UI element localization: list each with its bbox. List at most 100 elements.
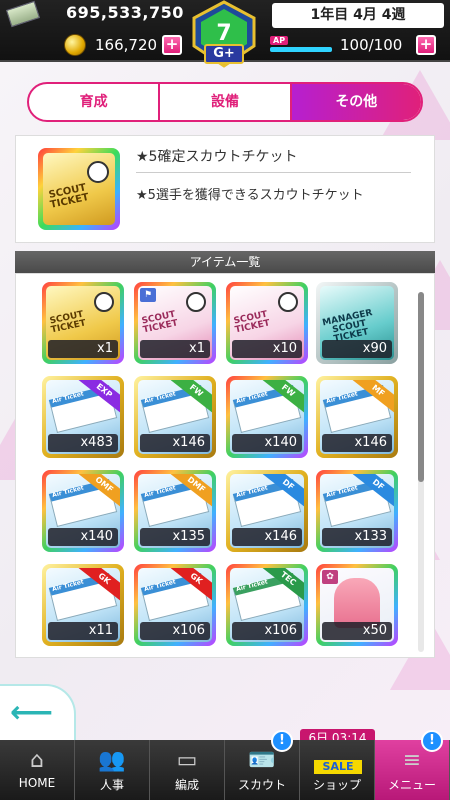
arrow-left-icon: ⟵ [10,695,54,730]
item-list-header: アイテム一覧 [15,251,435,273]
item-quantity: x50 [322,622,392,640]
item-quantity: x1 [48,340,118,358]
nav-label: 編成 [174,778,199,792]
item-quantity: x10 [232,340,302,358]
flag-icon: ⚑ [140,288,156,302]
back-button[interactable]: ⟵ [0,684,76,742]
ap-bar [270,47,332,52]
item-tile[interactable]: Air Ticket DMF x135 [134,470,216,552]
tab-other[interactable]: その他 [291,84,421,120]
air-ticket-label: Air Ticket [325,484,359,500]
item-quantity: x1 [140,340,210,358]
air-ticket-label: Air Ticket [51,484,85,500]
sale-badge: SALE [314,760,362,774]
air-ticket-label: Air Ticket [143,484,177,500]
scrollbar-thumb[interactable] [418,292,424,482]
nav-home[interactable]: ⌂ HOME [0,740,75,800]
ap-label: AP [270,36,289,45]
ticket-label: SCOUT TICKET [140,309,179,336]
air-ticket-label: Air Ticket [51,578,85,594]
nav-label: HOME [18,776,56,790]
ap-value: 100/100 [340,36,403,54]
nav-menu[interactable]: ≡ メニュー! [375,730,450,800]
item-quantity: x483 [48,434,118,452]
item-quantity: x135 [140,528,210,546]
item-tile[interactable]: SCOUT TICKET x1 [42,282,124,364]
item-quantity: x106 [232,622,302,640]
scrollbar[interactable] [418,292,424,652]
status-bar: 695,533,750 166,720 + 7 G+ 1年目 4月 4週 AP … [0,0,450,68]
notification-badge: ! [271,730,293,752]
game-date: 1年目 4月 4週 [272,3,444,28]
add-ap-button[interactable]: + [416,35,436,55]
soccer-ball-icon [87,161,109,183]
item-detail-panel: SCOUT TICKET ★5確定スカウトチケット ★5選手を獲得できるスカウト… [15,135,435,243]
item-name: ★5確定スカウトチケット [136,149,298,165]
ap-bar-fill [270,47,332,52]
item-quantity: x146 [140,434,210,452]
item-quantity: x11 [48,622,118,640]
item-tile[interactable]: Air Ticket MF x146 [316,376,398,458]
nav-people[interactable]: 👥 人事 [75,740,150,800]
item-tile[interactable]: Air Ticket DF x146 [226,470,308,552]
divider [136,172,411,173]
tab-facility[interactable]: 設備 [160,84,292,120]
bottom-nav: ⌂ HOME 👥 人事 ▭ 編成 🪪 スカウト! SALE ショップ ≡ メニュー! [0,730,450,800]
selected-item-icon: SCOUT TICKET [38,148,120,230]
item-tile[interactable]: Air Ticket OMF x140 [42,470,124,552]
air-ticket-label: Air Ticket [143,578,177,594]
air-ticket-label: Air Ticket [51,390,85,406]
nav-field[interactable]: ▭ 編成 [150,740,225,800]
item-grid[interactable]: SCOUT TICKET x1 SCOUT TICKET ⚑ x1 SCOUT TICKE… [15,273,435,658]
item-tile[interactable]: Air Ticket FW x146 [134,376,216,458]
item-tile[interactable]: Air Ticket GK x11 [42,564,124,646]
air-ticket-label: Air Ticket [235,390,269,406]
item-description: ★5選手を獲得できるスカウトチケット [136,188,364,203]
nav-badge[interactable]: 🪪 スカウト! [225,730,300,800]
field-icon: ▭ [176,748,198,773]
nav-label: ショップ [312,778,361,792]
people-icon: 👥 [98,748,126,773]
item-tile[interactable]: Air Ticket GK x106 [134,564,216,646]
item-tile[interactable]: Air Ticket EXP x483 [42,376,124,458]
nav-label: スカウト [237,778,286,792]
soccer-ball-icon [94,292,114,312]
tab-training[interactable]: 育成 [29,84,161,120]
item-quantity: x133 [322,528,392,546]
item-quantity: x146 [232,528,302,546]
team-emblem[interactable]: 7 G+ [190,0,258,70]
item-quantity: x140 [48,528,118,546]
notification-badge: ! [421,730,443,752]
add-coins-button[interactable]: + [162,35,182,55]
item-tile[interactable]: ✿ x50 [316,564,398,646]
item-tile[interactable]: MANAGER SCOUT TICKET x90 [316,282,398,364]
soccer-ball-icon [186,292,206,312]
item-tile[interactable]: Air Ticket DF x133 [316,470,398,552]
air-ticket-label: Air Ticket [143,390,177,406]
home-icon: ⌂ [30,748,44,773]
costume-icon: ✿ [322,570,338,584]
air-ticket-label: Air Ticket [235,578,269,594]
dress-icon [334,578,380,628]
item-tile[interactable]: Air Ticket TEC x106 [226,564,308,646]
menu-icon: ≡ [402,748,422,773]
air-ticket-label: Air Ticket [325,390,359,406]
item-tile[interactable]: SCOUT TICKET x10 [226,282,308,364]
nav-shop[interactable]: SALE ショップ [300,740,375,800]
svg-text:7: 7 [216,21,231,46]
item-quantity: x106 [140,622,210,640]
item-quantity: x90 [322,340,392,358]
item-quantity: x140 [232,434,302,452]
rank-badge: G+ [204,44,244,64]
ticket-label: SCOUT TICKET [47,182,90,211]
soccer-ball-icon [278,292,298,312]
badge-icon: 🪪 [248,748,276,773]
item-tile[interactable]: SCOUT TICKET ⚑ x1 [134,282,216,364]
money-value: 695,533,750 [66,3,184,22]
item-tile[interactable]: Air Ticket FW x140 [226,376,308,458]
coin-icon [64,34,86,56]
item-quantity: x146 [322,434,392,452]
coin-value: 166,720 [95,36,158,54]
category-tabs: 育成 設備 その他 [27,82,423,122]
air-ticket-label: Air Ticket [235,484,269,500]
